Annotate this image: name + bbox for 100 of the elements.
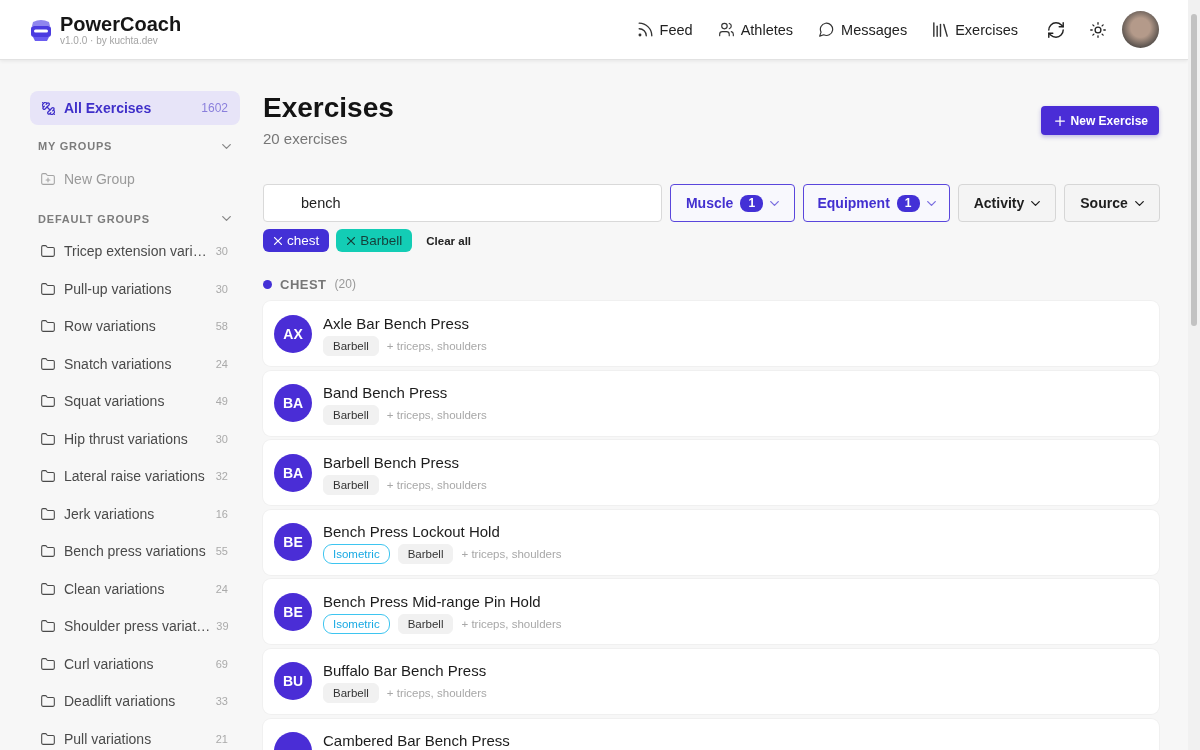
group-item[interactable]: Squat variations 49 [30, 382, 240, 420]
folder-icon [41, 732, 55, 745]
users-icon [718, 22, 734, 37]
equipment-tag: Barbell [323, 335, 379, 356]
nav-link[interactable]: Messages [819, 21, 908, 38]
group-count: 33 [214, 695, 228, 708]
refresh-button[interactable] [1048, 21, 1064, 38]
count-badge: 1 [896, 194, 920, 212]
filter-dropdown[interactable]: Activity [958, 184, 1056, 222]
page-title: Exercises [263, 91, 394, 125]
exercise-name: Band Bench Press [323, 383, 449, 403]
equipment-tag: Barbell [397, 544, 454, 565]
group-count: 24 [214, 357, 228, 370]
exercise-name: Bench Press Mid-range Pin Hold [323, 591, 542, 611]
group-item[interactable]: Shoulder press variat… 39 [30, 607, 240, 645]
exercise-card[interactable]: BE Bench Press Lockout Hold Isometric Barbell + triceps, shoulders [263, 509, 1159, 575]
search-field[interactable]: bench [263, 184, 662, 222]
group-item[interactable]: Tricep extension vari… 30 [30, 232, 240, 270]
chat-bubble-icon [819, 22, 835, 37]
scrollbar-thumb[interactable] [1191, 14, 1197, 326]
dumbbell-icon [42, 101, 55, 115]
nav-link[interactable]: Athletes [718, 21, 794, 38]
group-count: 58 [214, 320, 228, 333]
initials-avatar: BA [274, 384, 312, 423]
filter-dropdown[interactable]: Muscle 1 [670, 184, 795, 222]
filter-dropdown[interactable]: Equipment 1 [803, 184, 950, 222]
refresh-icon [1048, 21, 1064, 38]
close-icon [274, 236, 282, 245]
exercise-name: Cambered Bar Bench Press [323, 731, 510, 750]
group-count: 30 [214, 282, 228, 295]
group-item[interactable]: Lateral raise variations 32 [30, 457, 240, 495]
muscle-list: + triceps, shoulders [461, 548, 562, 561]
filter-dropdown[interactable]: Source [1064, 184, 1160, 222]
section-header[interactable]: DEFAULT GROUPS [30, 208, 240, 229]
exercise-card[interactable]: AX Axle Bar Bench Press Barbell + triceps, shoulders [263, 301, 1159, 366]
close-icon [347, 236, 356, 245]
group-item[interactable]: Row variations 58 [30, 307, 240, 345]
group-item[interactable]: Bench press variations 55 [30, 532, 240, 570]
exercise-card[interactable]: BU Buffalo Bar Bench Press Barbell + triceps, shoulders [263, 648, 1159, 714]
nav-link[interactable]: Exercises [933, 21, 1018, 38]
all-exercises-item[interactable]: All Exercises 1602 [30, 91, 240, 125]
folder-plus-icon [41, 172, 55, 185]
muscle-list: + triceps, shoulders [386, 339, 487, 352]
group-count: 55 [214, 545, 228, 558]
section-header[interactable]: MY GROUPS [30, 136, 240, 156]
rss-icon [637, 22, 653, 37]
exercise-name: Axle Bar Bench Press [323, 313, 470, 333]
exercise-card[interactable]: BA Barbell Bench Press Barbell + triceps, shoulders [263, 440, 1159, 506]
group-item[interactable]: Pull-up variations 30 [30, 270, 240, 308]
nav-link[interactable]: Feed [637, 21, 693, 38]
app-name: PowerCoach [60, 13, 182, 35]
sun-icon [1090, 21, 1106, 38]
folder-icon [41, 357, 55, 370]
initials-avatar: AX [274, 314, 312, 353]
muscle-list: + triceps, shoulders [386, 687, 487, 700]
group-label: CHEST [280, 276, 327, 292]
muscle-list: + triceps, shoulders [386, 409, 487, 422]
filter-chip[interactable]: Barbell [336, 229, 413, 252]
folder-icon [41, 507, 55, 520]
initials-avatar: BU [274, 662, 312, 701]
new-exercise-button[interactable]: New Exercise [1040, 106, 1159, 135]
initials-avatar: BE [274, 523, 312, 562]
group-item[interactable]: Clean variations 24 [30, 570, 240, 608]
folder-icon [41, 545, 55, 558]
filter-chip[interactable]: chest [263, 229, 330, 252]
group-count: 39 [215, 620, 229, 633]
group-item[interactable]: Deadlift variations 33 [30, 682, 240, 720]
group-item[interactable]: Curl variations 69 [30, 645, 240, 683]
group-count: 30 [214, 245, 228, 258]
chevron-down-icon [1134, 200, 1144, 206]
group-item[interactable]: Hip thrust variations 30 [30, 420, 240, 458]
folder-icon [41, 245, 55, 258]
initials-avatar: BA [274, 453, 312, 492]
scrollbar[interactable] [1188, 0, 1200, 750]
group-count: (20) [334, 277, 356, 291]
muscle-list: + triceps, shoulders [386, 478, 487, 491]
group-count: 16 [214, 507, 228, 520]
group-count: 24 [214, 582, 228, 595]
activity-tag: Isometric [323, 613, 390, 634]
theme-toggle-button[interactable] [1090, 21, 1106, 38]
chevron-down-icon [926, 200, 936, 206]
equipment-tag: Barbell [323, 683, 379, 704]
equipment-tag: Barbell [397, 613, 454, 634]
clear-all-button[interactable]: Clear all [426, 234, 472, 247]
folder-icon [41, 320, 55, 333]
folder-icon [41, 470, 55, 483]
folder-icon [41, 582, 55, 595]
group-item[interactable]: Pull variations 21 [30, 720, 240, 750]
exercise-card[interactable]: Cambered Bar Bench Press [263, 718, 1159, 750]
exercise-card[interactable]: BE Bench Press Mid-range Pin Hold Isometric Barbell + triceps, shoulders [263, 579, 1159, 645]
exercise-name: Barbell Bench Press [323, 452, 460, 472]
group-count: 49 [214, 395, 228, 408]
user-avatar[interactable] [1122, 11, 1159, 48]
group-item[interactable]: Snatch variations 24 [30, 345, 240, 383]
equipment-tag: Barbell [323, 405, 379, 426]
initials-avatar: BE [274, 592, 312, 631]
logo-icon [30, 17, 52, 42]
group-count: 21 [214, 732, 228, 745]
group-item[interactable]: Jerk variations 16 [30, 495, 240, 533]
exercise-card[interactable]: BA Band Bench Press Barbell + triceps, shoulders [263, 370, 1159, 436]
